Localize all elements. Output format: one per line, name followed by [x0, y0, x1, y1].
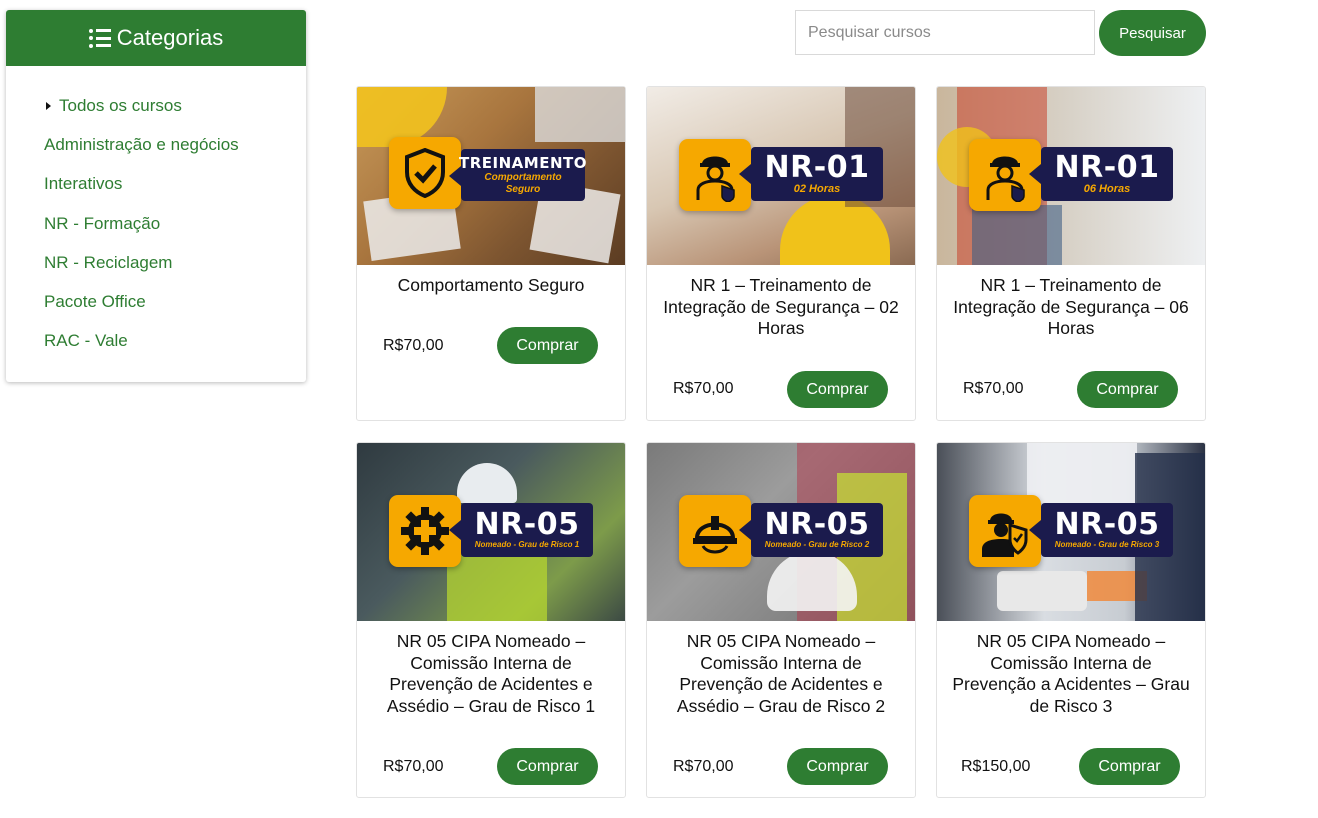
categories-title: Categorias — [116, 25, 224, 50]
course-banner-image[interactable]: NR-05 Nomeado - Grau de Risco 3 — [937, 443, 1205, 621]
course-title[interactable]: NR 05 CIPA Nomeado – Comissão Interna de… — [357, 621, 625, 717]
category-label: Pacote Office — [44, 291, 146, 311]
banner-main-text: NR-01 — [764, 150, 870, 185]
banner-sub-text: Nomeado - Grau de Risco 3 — [1054, 540, 1160, 549]
category-item-nr-reciclagem[interactable]: NR - Reciclagem — [6, 253, 306, 292]
category-list: Todos os cursos Administração e negócios… — [6, 66, 306, 370]
banner-sub-text: Comportamento Seguro — [484, 171, 562, 195]
category-label: Todos os cursos — [59, 96, 182, 115]
course-banner-image[interactable]: NR-01 02 Horas — [647, 87, 915, 265]
category-item-todos-os-cursos[interactable]: Todos os cursos — [6, 96, 306, 135]
banner-sub-text: Nomeado - Grau de Risco 2 — [764, 540, 870, 549]
course-card: NR-01 06 Horas NR 1 – Treinamento de Int… — [936, 86, 1206, 421]
banner-main-text: TREINAMENTO — [459, 153, 587, 172]
course-card: TREINAMENTO Comportamento Seguro Comport… — [356, 86, 626, 421]
category-label: RAC - Vale — [44, 331, 128, 351]
category-item-nr-formacao[interactable]: NR - Formação — [6, 214, 306, 253]
course-banner-image[interactable]: TREINAMENTO Comportamento Seguro — [357, 87, 625, 265]
course-price: R$70,00 — [673, 758, 734, 775]
course-price: R$70,00 — [963, 380, 1024, 397]
category-label: Interativos — [44, 174, 123, 194]
search-button[interactable]: Pesquisar — [1099, 10, 1206, 56]
category-item-interativos[interactable]: Interativos — [6, 174, 306, 213]
banner-main-text: NR-05 — [474, 507, 580, 542]
course-banner-image[interactable]: NR-05 Nomeado - Grau de Risco 2 — [647, 443, 915, 621]
course-card: NR-05 Nomeado - Grau de Risco 3 NR 05 CI… — [936, 442, 1206, 798]
category-item-rac-vale[interactable]: RAC - Vale — [6, 331, 306, 370]
buy-button[interactable]: Comprar — [497, 748, 598, 785]
caret-right-icon — [46, 102, 51, 110]
course-card: NR-05 Nomeado - Grau de Risco 1 NR 05 CI… — [356, 442, 626, 798]
buy-button[interactable]: Comprar — [1079, 748, 1180, 785]
course-title[interactable]: NR 05 CIPA Nomeado – Comissão Interna de… — [937, 621, 1205, 717]
course-banner-image[interactable]: NR-01 06 Horas — [937, 87, 1205, 265]
banner-sub-text: 02 Horas — [793, 183, 841, 195]
course-title[interactable]: NR 05 CIPA Nomeado – Comissão Interna de… — [647, 621, 915, 717]
course-banner-image[interactable]: NR-05 Nomeado - Grau de Risco 1 — [357, 443, 625, 621]
banner-sub-text: Nomeado - Grau de Risco 1 — [474, 540, 580, 549]
categories-sidebar: Categorias Todos os cursos Administração… — [6, 10, 306, 382]
course-price: R$70,00 — [383, 758, 444, 775]
buy-button[interactable]: Comprar — [787, 748, 888, 785]
banner-main-text: NR-01 — [1054, 150, 1160, 185]
banner-sub-text: 06 Horas — [1083, 183, 1131, 195]
buy-button[interactable]: Comprar — [787, 371, 888, 408]
banner-main-text: NR-05 — [764, 507, 870, 542]
category-item-pacote-office[interactable]: Pacote Office — [6, 292, 306, 331]
list-icon — [88, 28, 111, 48]
course-title[interactable]: NR 1 – Treinamento de Integração de Segu… — [647, 265, 915, 340]
course-price: R$70,00 — [673, 380, 734, 397]
course-card: NR-05 Nomeado - Grau de Risco 2 NR 05 CI… — [646, 442, 916, 798]
course-price: R$150,00 — [961, 758, 1031, 775]
categories-header: Categorias — [6, 10, 306, 66]
category-label: NR - Reciclagem — [44, 252, 173, 272]
course-title[interactable]: NR 1 – Treinamento de Integração de Segu… — [937, 265, 1205, 340]
course-card: NR-01 02 Horas NR 1 – Treinamento de Int… — [646, 86, 916, 421]
search-input[interactable] — [795, 10, 1095, 55]
course-title[interactable]: Comportamento Seguro — [357, 265, 625, 297]
buy-button[interactable]: Comprar — [1077, 371, 1178, 408]
buy-button[interactable]: Comprar — [497, 327, 598, 364]
course-price: R$70,00 — [383, 337, 444, 354]
category-item-administracao[interactable]: Administração e negócios — [6, 135, 306, 174]
category-label: Administração e negócios — [44, 135, 239, 155]
banner-main-text: NR-05 — [1054, 507, 1160, 542]
category-label: NR - Formação — [44, 213, 161, 233]
